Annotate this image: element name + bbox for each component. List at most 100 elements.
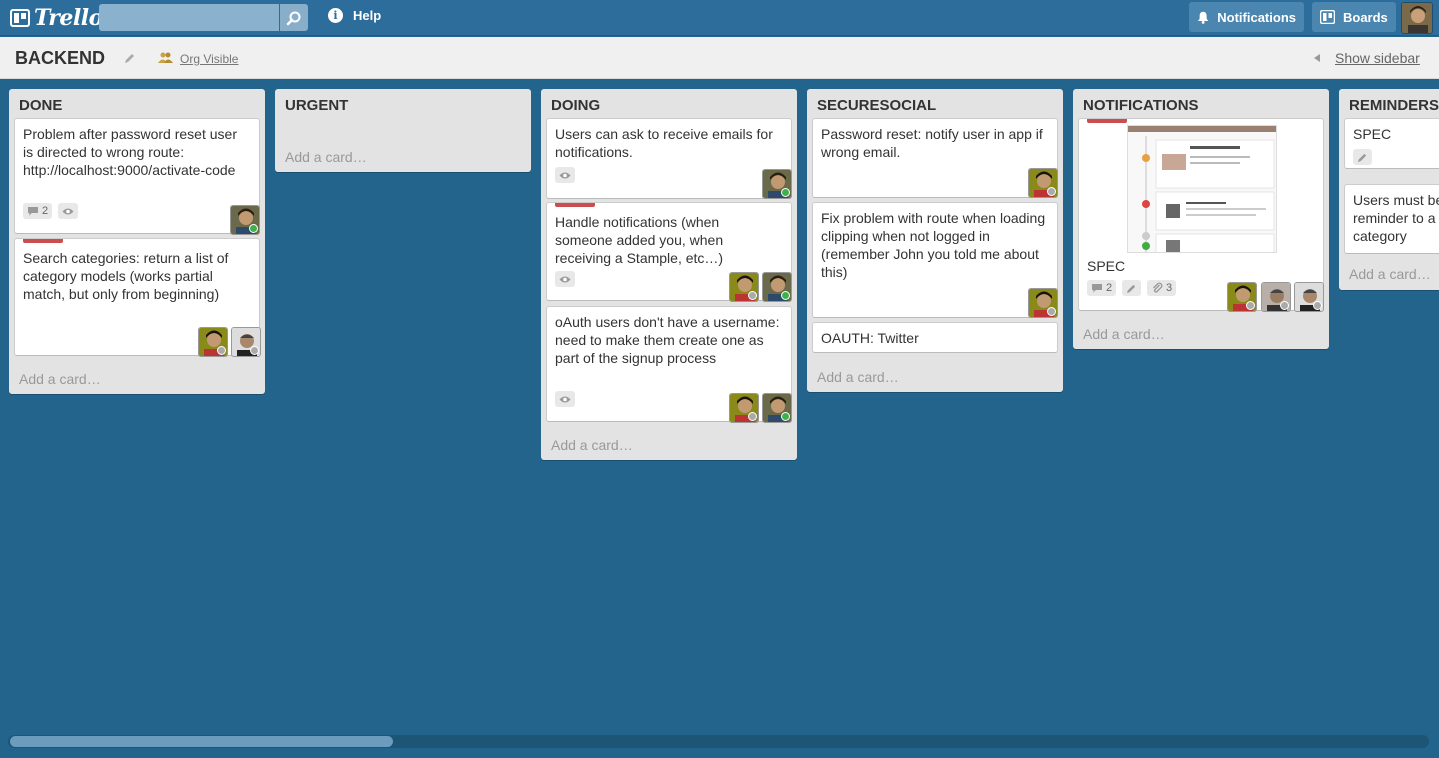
online-status-dot (781, 412, 790, 421)
card[interactable]: oAuth users don't have a username: need … (546, 306, 792, 423)
board-scrollbar-thumb[interactable] (10, 736, 393, 747)
card[interactable]: OAUTH: Twitter (812, 322, 1058, 353)
cover-screenshot-image (1128, 126, 1276, 252)
member-avatar[interactable] (198, 327, 228, 357)
list-title[interactable]: DONE (19, 97, 62, 114)
comments-badge: 2 (23, 203, 53, 219)
trello-logo-icon (10, 9, 30, 27)
comment-icon (28, 207, 38, 216)
card-title: Handle notifications (when someone added… (555, 214, 724, 266)
list-notifications: NOTIFICATIONS SPEC 2 3 Add a card… (1073, 89, 1329, 349)
member-avatar[interactable] (1294, 282, 1324, 312)
trello-logo[interactable]: Trello (10, 5, 103, 31)
watch-badge (58, 203, 78, 219)
comments-badge: 2 (1087, 280, 1117, 296)
board-header: BACKEND Org Visible Show sidebar (0, 37, 1439, 79)
add-card-link[interactable]: Add a card… (817, 369, 899, 385)
card[interactable]: Users can ask to receive emails for noti… (546, 118, 792, 199)
boards-button[interactable]: Boards (1312, 2, 1396, 32)
description-badge (1122, 280, 1141, 296)
card[interactable]: Search categories: return a list of cate… (14, 238, 261, 357)
card[interactable]: SPEC (1344, 118, 1439, 169)
add-card-link[interactable]: Add a card… (285, 149, 367, 165)
card[interactable]: SPEC 2 3 (1078, 118, 1324, 312)
member-menu-avatar[interactable] (1401, 2, 1433, 34)
show-sidebar-label: Show sidebar (1335, 50, 1420, 66)
member-avatar[interactable] (231, 327, 261, 357)
watch-badge (555, 391, 575, 407)
card[interactable]: Users must be reminder to a category (1344, 184, 1439, 254)
offline-status-dot (1280, 301, 1289, 310)
attachments-badge: 3 (1147, 280, 1177, 296)
list-title[interactable]: REMINDERS (1349, 97, 1439, 114)
card-label-red (1087, 119, 1127, 123)
list-title[interactable]: NOTIFICATIONS (1083, 97, 1199, 114)
card[interactable]: Password reset: notify user in app if wr… (812, 118, 1058, 198)
card[interactable]: Handle notifications (when someone added… (546, 202, 792, 302)
card[interactable]: Fix problem with route when loading clip… (812, 202, 1058, 318)
search-icon (286, 11, 301, 25)
user-avatar-image (1402, 3, 1432, 33)
org-visible-link[interactable]: Org Visible (180, 52, 238, 66)
member-avatar[interactable] (729, 393, 759, 423)
watch-badge (555, 167, 575, 183)
list-title[interactable]: URGENT (285, 97, 348, 114)
pencil-icon (1357, 153, 1367, 162)
list-title[interactable]: DOING (551, 97, 600, 114)
add-card-link[interactable]: Add a card… (19, 371, 101, 387)
add-card-link[interactable]: Add a card… (551, 437, 633, 453)
list-title[interactable]: SECURESOCIAL (817, 97, 936, 114)
list-urgent: URGENT Add a card… (275, 89, 531, 172)
help-link[interactable]: i Help (328, 8, 381, 23)
member-avatar[interactable] (1028, 168, 1058, 198)
card-title: oAuth users don't have a username: need … (555, 314, 780, 366)
board-title[interactable]: BACKEND (15, 48, 105, 69)
online-status-dot (249, 224, 258, 233)
info-icon: i (328, 8, 343, 23)
eye-icon (559, 396, 571, 402)
member-avatar[interactable] (762, 169, 792, 199)
list-securesocial: SECURESOCIAL Password reset: notify user… (807, 89, 1063, 392)
card-cover-image (1127, 125, 1277, 253)
comment-count: 2 (42, 205, 49, 217)
card-label-red (555, 203, 595, 207)
offline-status-dot (1246, 301, 1255, 310)
card-title: SPEC (1353, 126, 1392, 142)
card-label-red (23, 239, 63, 243)
card-title: Users must be reminder to a category (1353, 192, 1439, 244)
logo-text: Trello (34, 5, 103, 31)
member-avatar[interactable] (1261, 282, 1291, 312)
list-reminders: REMINDERS SPEC Users must be reminder to… (1339, 89, 1439, 290)
show-sidebar-link[interactable]: Show sidebar (1314, 50, 1420, 66)
description-badge (1353, 149, 1372, 165)
member-avatar[interactable] (762, 393, 792, 423)
offline-status-dot (217, 346, 226, 355)
eye-icon (62, 208, 74, 214)
offline-status-dot (748, 291, 757, 300)
card-title: Problem after password reset user is dir… (23, 126, 237, 178)
member-avatar[interactable] (1028, 288, 1058, 318)
card-title: Fix problem with route when loading clip… (821, 210, 1046, 280)
member-avatar[interactable] (762, 272, 792, 302)
member-avatar[interactable] (1227, 282, 1257, 312)
online-status-dot (781, 188, 790, 197)
notifications-button[interactable]: Notifications (1189, 2, 1304, 32)
add-card-link[interactable]: Add a card… (1349, 266, 1431, 282)
edit-pencil-icon[interactable] (124, 52, 136, 64)
boards-label: Boards (1343, 9, 1388, 25)
eye-icon (559, 172, 571, 178)
card[interactable]: Problem after password reset user is dir… (14, 118, 260, 235)
search-input[interactable] (99, 4, 279, 31)
member-avatar[interactable] (230, 205, 260, 235)
boards-icon (1320, 10, 1335, 24)
list-doing: DOING Users can ask to receive emails fo… (541, 89, 797, 460)
search-button[interactable] (280, 4, 308, 31)
add-card-link[interactable]: Add a card… (1083, 326, 1165, 342)
offline-status-dot (1047, 187, 1056, 196)
comment-count: 2 (1106, 282, 1113, 294)
member-avatar[interactable] (729, 272, 759, 302)
list-done: DONE Problem after password reset user i… (9, 89, 265, 394)
left-arrow-icon (1314, 54, 1320, 62)
paperclip-icon (1153, 282, 1163, 293)
offline-status-dot (1313, 301, 1322, 310)
